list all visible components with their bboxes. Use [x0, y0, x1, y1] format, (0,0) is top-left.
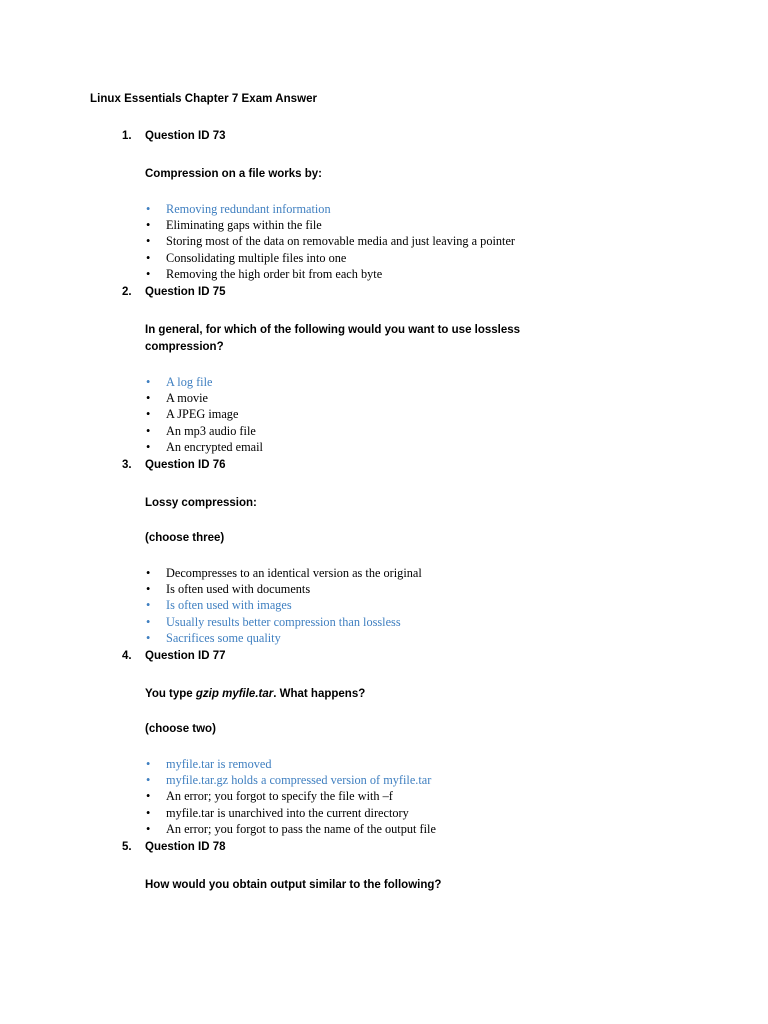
answer-option-label: Is often used with images [166, 598, 292, 613]
bullet-icon: • [146, 439, 151, 454]
bullet-icon: • [146, 407, 151, 422]
answer-option-label: An mp3 audio file [166, 423, 256, 438]
bullet-icon: • [146, 375, 151, 390]
answer-option[interactable]: • myfile.tar.gz holds a compressed versio… [145, 772, 708, 788]
answer-option[interactable]: • Sacrifices some quality [145, 630, 708, 646]
bullet-icon: • [146, 614, 151, 629]
answer-option[interactable]: • Is often used with images [145, 597, 708, 613]
answer-option-label: Eliminating gaps within the file [166, 218, 322, 233]
question-number: 3. [122, 459, 132, 472]
bullet-icon: • [146, 821, 151, 836]
bullet-icon: • [146, 566, 151, 581]
answer-option-label: myfile.tar is removed [166, 757, 272, 772]
answer-option[interactable]: • Removing redundant information [145, 201, 708, 217]
bullet-icon: • [146, 630, 151, 645]
bullet-icon: • [146, 202, 151, 216]
bullet-icon: • [146, 582, 151, 597]
answer-option[interactable]: • Consolidating multiple files into one [145, 250, 708, 266]
answer-option-label: Usually results better compression than … [166, 614, 401, 629]
answer-option[interactable]: • Removing the high order bit from each b… [145, 266, 708, 282]
question-number: 1. [122, 130, 132, 142]
answer-option-label: A JPEG image [166, 407, 239, 422]
question-heading: Question ID 75 [145, 286, 226, 299]
answer-option-label: A movie [166, 391, 209, 406]
answer-list: • A log file • A movie • A JPEG image • An mp3 … [145, 374, 708, 455]
question-heading: Question ID 78 [145, 841, 226, 854]
answer-option[interactable]: • Decompresses to an identical version as… [145, 565, 708, 581]
bullet-icon: • [146, 218, 151, 233]
question-choose-instruction: (choose two) [145, 723, 216, 736]
bullet-icon: • [146, 598, 151, 613]
bullet-icon: • [146, 805, 151, 820]
answer-option-label: A log file [166, 375, 213, 390]
question-heading: Question ID 76 [145, 459, 226, 472]
question-item: 2. Question ID 75 In general, for which of… [90, 284, 708, 457]
answer-option-label: An encrypted email [166, 439, 263, 454]
answer-option[interactable]: • Storing most of the data on removable m… [145, 233, 708, 249]
question-choose-instruction: (choose three) [145, 532, 225, 545]
answer-option[interactable]: • A movie [145, 390, 708, 406]
answer-option[interactable]: • Eliminating gaps within the file [145, 217, 708, 233]
question-item: 5. Question ID 78 How would you obtain out… [90, 839, 708, 894]
answer-option-label: Removing the high order bit from each by… [166, 266, 383, 281]
answer-option[interactable]: • Is often used with documents [145, 581, 708, 597]
bullet-icon: • [146, 789, 151, 804]
question-prompt: Lossy compression: [145, 497, 257, 510]
answer-option[interactable]: • A log file [145, 374, 708, 390]
question-item: 4. Question ID 77 You type gzip myfile.tar… [90, 648, 708, 839]
question-item: 3. Question ID 76 Lossy compression: (choos… [90, 457, 708, 648]
answer-option[interactable]: • myfile.tar is removed [145, 756, 708, 772]
bullet-icon: • [146, 391, 151, 406]
question-number: 2. [122, 286, 132, 299]
document-page: Linux Essentials Chapter 7 Exam Answer 1… [0, 0, 768, 1024]
question-prompt: In general, for which of the following w… [145, 324, 521, 354]
page-title: Linux Essentials Chapter 7 Exam Answer [90, 93, 318, 105]
question-number: 4. [122, 650, 132, 663]
question-number: 5. [122, 841, 132, 854]
question-heading: Question ID 73 [145, 130, 226, 142]
answer-option[interactable]: • Usually results better compression than… [145, 614, 708, 630]
answer-option[interactable]: • An error; you forgot to pass the name o… [145, 821, 708, 837]
answer-list: • Removing redundant information • Eliminat… [145, 201, 708, 282]
question-prompt-command: gzip myfile.tar [195, 688, 274, 701]
answer-option-label: Is often used with documents [166, 582, 311, 597]
answer-option-label: Storing most of the data on removable me… [166, 234, 516, 249]
question-prompt-text: . What happens? [273, 688, 366, 701]
answer-option[interactable]: • An error; you forgot to specify the fil… [145, 788, 708, 804]
answer-list: • Decompresses to an identical version as… [145, 565, 708, 646]
bullet-icon: • [146, 757, 151, 772]
bullet-icon: • [146, 234, 151, 249]
answer-option-label: An error; you forgot to pass the name of… [166, 821, 436, 836]
question-item: 1. Question ID 73 Compression on a file wo… [90, 128, 708, 284]
answer-option-label: Removing redundant information [166, 202, 331, 216]
answer-option-label: myfile.tar is unarchived into the curren… [166, 805, 409, 820]
answer-option-label: Sacrifices some quality [166, 630, 281, 645]
question-prompt: You type gzip myfile.tar. What happens? [145, 686, 597, 703]
bullet-icon: • [146, 250, 151, 265]
answer-option[interactable]: • A JPEG image [145, 406, 708, 422]
question-prompt: Compression on a file works by: [145, 168, 323, 180]
answer-option-label: myfile.tar.gz holds a compressed version… [166, 773, 432, 788]
answer-option-label: Decompresses to an identical version as … [166, 566, 422, 581]
question-prompt: How would you obtain output similar to t… [145, 879, 442, 892]
answer-option[interactable]: • myfile.tar is unarchived into the curre… [145, 805, 708, 821]
answer-option-label: An error; you forgot to specify the file… [166, 789, 393, 804]
question-list: 1. Question ID 73 Compression on a file wo… [90, 128, 708, 894]
bullet-icon: • [146, 266, 151, 281]
answer-option-label: Consolidating multiple files into one [166, 250, 347, 265]
question-heading: Question ID 77 [145, 650, 226, 663]
answer-option[interactable]: • An encrypted email [145, 439, 708, 455]
answer-option[interactable]: • An mp3 audio file [145, 423, 708, 439]
question-prompt-text: You type [145, 688, 196, 701]
bullet-icon: • [146, 423, 151, 438]
answer-list: • myfile.tar is removed • myfile.tar.gz hol… [145, 756, 708, 837]
bullet-icon: • [146, 773, 151, 788]
